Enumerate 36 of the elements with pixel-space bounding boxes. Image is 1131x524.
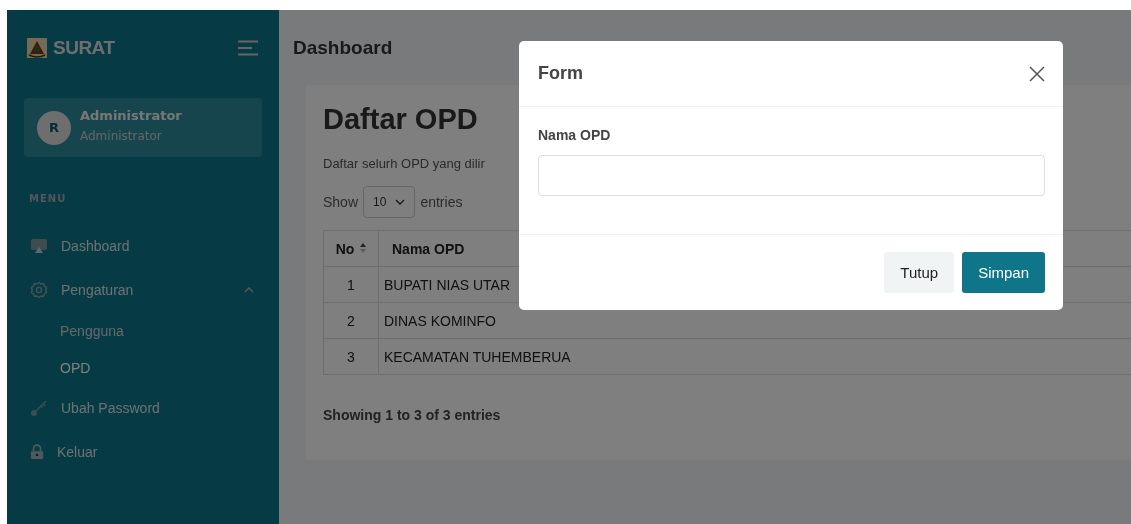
key-icon	[30, 399, 48, 417]
entries-label: entries	[420, 194, 463, 210]
show-label: Show	[323, 194, 359, 210]
close-icon[interactable]	[1029, 65, 1045, 82]
submenu-item[interactable]: Pengguna	[24, 312, 262, 349]
card-title: Daftar OPD	[323, 103, 478, 136]
dialog-title: Form	[538, 63, 583, 84]
user-name: Administrator	[80, 108, 182, 123]
user-role: Administrator	[80, 129, 163, 143]
table-cell: 2	[323, 302, 379, 339]
chevron-down-icon	[395, 199, 406, 205]
table-info: Showing 1 to 3 of 3 entries	[323, 407, 502, 423]
table-cell: 3	[323, 338, 379, 375]
field-label: Nama OPD	[538, 127, 612, 143]
menu-item[interactable]: Ubah Password	[24, 386, 262, 430]
emblem-icon	[27, 38, 47, 58]
close-button[interactable]: Tutup	[884, 252, 955, 293]
column-header[interactable]: No	[323, 230, 379, 267]
monitor-icon	[30, 238, 48, 254]
table-cell: 1	[323, 266, 379, 303]
page-title: Dashboard	[293, 37, 394, 59]
save-button[interactable]: Simpan	[962, 252, 1045, 293]
menu-item[interactable]: Keluar	[24, 430, 262, 474]
settings-icon	[30, 281, 48, 299]
card-description: Daftar selurh OPD yang dilir	[323, 156, 486, 171]
menu-item[interactable]: Dashboard	[24, 224, 262, 268]
caret-icon	[244, 287, 254, 293]
user-avatar: R	[37, 110, 71, 145]
lock-icon	[30, 443, 44, 461]
brand-name: SURAT	[53, 37, 115, 59]
menu-icon[interactable]	[238, 40, 258, 56]
entries-select[interactable]: 10	[363, 186, 416, 218]
menu-item[interactable]: Pengaturan	[24, 268, 262, 312]
submenu-item[interactable]: OPD	[24, 349, 262, 386]
menu-heading: MENU	[29, 193, 68, 204]
input-field[interactable]	[538, 155, 1045, 196]
